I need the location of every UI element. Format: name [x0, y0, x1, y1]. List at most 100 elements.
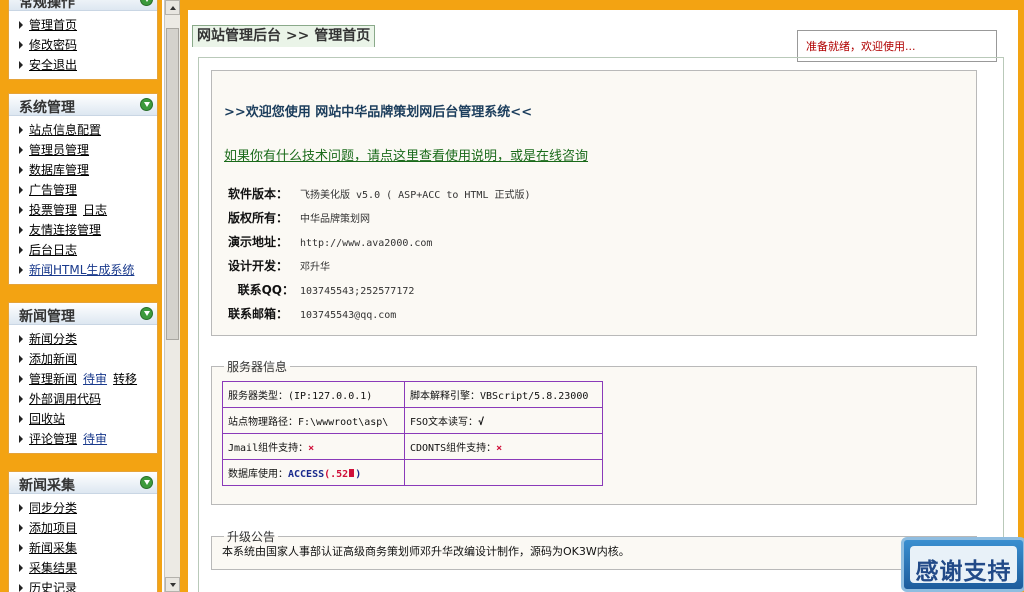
- sidebar-item-embed-code[interactable]: 外部调用代码: [19, 389, 157, 409]
- link[interactable]: 历史记录: [29, 581, 77, 592]
- sidebar-item-add-project[interactable]: 添加项目: [19, 518, 157, 538]
- server-type-cell: 服务器类型：(IP:127.0.0.1): [222, 381, 405, 408]
- sidebar-item-home[interactable]: 管理首页: [19, 15, 157, 35]
- sidebar-item-admins[interactable]: 管理员管理: [19, 140, 157, 160]
- scroll-thumb[interactable]: [166, 28, 179, 340]
- db-cell: 数据库使用：ACCESS(.52): [222, 459, 405, 486]
- menu-title: 常规操作: [19, 0, 75, 11]
- link[interactable]: 友情连接管理: [29, 223, 101, 237]
- sidebar-item-collect-news[interactable]: 新闻采集: [19, 538, 157, 558]
- sidebar-item-votes[interactable]: 投票管理 日志: [19, 200, 157, 220]
- info-developer: 设计开发： 邓升华: [228, 257, 330, 275]
- sidebar-item-logout[interactable]: 安全退出: [19, 55, 157, 75]
- link[interactable]: 投票管理: [29, 203, 77, 217]
- link[interactable]: 新闻HTML生成系统: [29, 263, 134, 277]
- menu-collect: 新闻采集 同步分类 添加项目 新闻采集 采集结果 历史记录: [8, 471, 158, 592]
- table-row: 服务器类型：(IP:127.0.0.1) 脚本解释引擎：VBScript/5.8…: [222, 381, 603, 408]
- link[interactable]: 安全退出: [29, 58, 77, 72]
- sidebar-item-sync-category[interactable]: 同步分类: [19, 498, 157, 518]
- menu-title: 系统管理: [19, 100, 75, 116]
- cdonts-cell: CDONTS组件支持：×: [404, 433, 603, 460]
- table-row: 站点物理路径：F:\wwwroot\asp\ FSO文本读写：√: [222, 407, 603, 434]
- welcome-title: >>欢迎您使用 网站中华品牌策划网后台管理系统<<: [224, 105, 533, 120]
- link[interactable]: 站点信息配置: [29, 123, 101, 137]
- menu-title: 新闻采集: [19, 478, 75, 494]
- info-value: 103745543;252577172: [300, 286, 415, 297]
- link[interactable]: 采集结果: [29, 561, 77, 575]
- collapse-icon[interactable]: [140, 98, 153, 111]
- link[interactable]: 管理新闻: [29, 372, 77, 386]
- info-copyright: 版权所有： 中华品牌策划网: [228, 209, 370, 227]
- link[interactable]: 外部调用代码: [29, 392, 101, 406]
- scroll-down-icon[interactable]: [165, 577, 180, 592]
- link[interactable]: 添加新闻: [29, 352, 77, 366]
- link[interactable]: 管理首页: [29, 18, 77, 32]
- cdonts-label: CDONTS组件支持：: [410, 443, 497, 454]
- sidebar-scrollbar[interactable]: [164, 0, 180, 592]
- sidebar-item-database[interactable]: 数据库管理: [19, 160, 157, 180]
- server-info: 服务器信息 服务器类型：(IP:127.0.0.1) 脚本解释引擎：VBScri…: [211, 358, 977, 505]
- info-label: 演示地址：: [228, 235, 289, 249]
- menu-header-general[interactable]: 常规操作: [9, 0, 157, 11]
- sidebar-item-collect-results[interactable]: 采集结果: [19, 558, 157, 578]
- jmail-label: Jmail组件支持：: [228, 443, 309, 454]
- link[interactable]: 后台日志: [29, 243, 77, 257]
- link[interactable]: 修改密码: [29, 38, 77, 52]
- server-table: 服务器类型：(IP:127.0.0.1) 脚本解释引擎：VBScript/5.8…: [222, 381, 603, 486]
- collapse-icon[interactable]: [140, 307, 153, 320]
- table-row: 数据库使用：ACCESS(.52): [222, 459, 603, 486]
- collapse-icon[interactable]: [140, 476, 153, 489]
- menu-general: 常规操作 管理首页 修改密码 安全退出: [8, 0, 158, 80]
- help-link[interactable]: 如果你有什么技术问题，请点这里查看使用说明，或是在线咨询: [224, 145, 588, 164]
- db-size-bar-icon: [349, 469, 355, 477]
- link[interactable]: 同步分类: [29, 501, 77, 515]
- collapse-icon[interactable]: [140, 0, 153, 6]
- info-value: 邓升华: [300, 262, 330, 273]
- link[interactable]: 回收站: [29, 412, 65, 426]
- comment-pending-link[interactable]: 待审: [83, 432, 107, 446]
- link[interactable]: 新闻分类: [29, 332, 77, 346]
- scroll-up-icon[interactable]: [165, 0, 180, 15]
- sidebar-item-ads[interactable]: 广告管理: [19, 180, 157, 200]
- server-info-legend: 服务器信息: [227, 360, 288, 374]
- content-area: >>欢迎您使用 网站中华品牌策划网后台管理系统<< 如果你有什么技术问题，请点这…: [198, 57, 1004, 592]
- thanks-banner[interactable]: 感谢支持: [901, 537, 1024, 592]
- sidebar-item-change-password[interactable]: 修改密码: [19, 35, 157, 55]
- thanks-text: 感谢支持: [915, 559, 1012, 585]
- link[interactable]: 广告管理: [29, 183, 77, 197]
- pending-link[interactable]: 待审: [83, 372, 107, 386]
- menu-header-news[interactable]: 新闻管理: [9, 303, 157, 325]
- empty-cell: [404, 459, 603, 486]
- sidebar-item-history[interactable]: 历史记录: [19, 578, 157, 592]
- sidebar-item-recycle-bin[interactable]: 回收站: [19, 409, 157, 429]
- sidebar-item-site-config[interactable]: 站点信息配置: [19, 120, 157, 140]
- check-icon: √: [478, 417, 485, 428]
- menu-header-collect[interactable]: 新闻采集: [9, 472, 157, 494]
- table-row: Jmail组件支持：× CDONTS组件支持：×: [222, 433, 603, 460]
- notice-text: 本系统由国家人事部认证高级商务策划师邓升华改编设计制作，源码为OK3W内核。: [222, 545, 630, 558]
- sidebar-item-manage-news[interactable]: 管理新闻 待审 转移: [19, 369, 157, 389]
- jmail-cell: Jmail组件支持：×: [222, 433, 405, 460]
- sidebar-item-add-news[interactable]: 添加新闻: [19, 349, 157, 369]
- sidebar-item-comments[interactable]: 评论管理 待审: [19, 429, 157, 449]
- link[interactable]: 添加项目: [29, 521, 77, 535]
- sidebar-item-news-category[interactable]: 新闻分类: [19, 329, 157, 349]
- demo-url-link[interactable]: http://www.ava2000.com: [300, 238, 432, 249]
- db-type: ACCESS: [288, 469, 325, 480]
- info-qq: 联系QQ： 103745543;252577172: [228, 281, 415, 299]
- menu-header-system[interactable]: 系统管理: [9, 94, 157, 116]
- link[interactable]: 评论管理: [29, 432, 77, 446]
- top-bar: [188, 0, 1018, 10]
- info-demo: 演示地址： http://www.ava2000.com: [228, 233, 432, 251]
- sidebar-item-logs[interactable]: 后台日志: [19, 240, 157, 260]
- link[interactable]: 数据库管理: [29, 163, 89, 177]
- sidebar-item-html-gen[interactable]: 新闻HTML生成系统: [19, 260, 157, 280]
- link[interactable]: 新闻采集: [29, 541, 77, 555]
- sidebar-item-links[interactable]: 友情连接管理: [19, 220, 157, 240]
- link[interactable]: 管理员管理: [29, 143, 89, 157]
- cross-icon: ×: [308, 443, 315, 454]
- vote-log-link[interactable]: 日志: [83, 203, 107, 217]
- menu-title: 新闻管理: [19, 309, 75, 325]
- move-link[interactable]: 转移: [113, 372, 137, 386]
- info-value: 飞扬美化版 v5.0 ( ASP+ACC to HTML 正式版): [300, 190, 531, 201]
